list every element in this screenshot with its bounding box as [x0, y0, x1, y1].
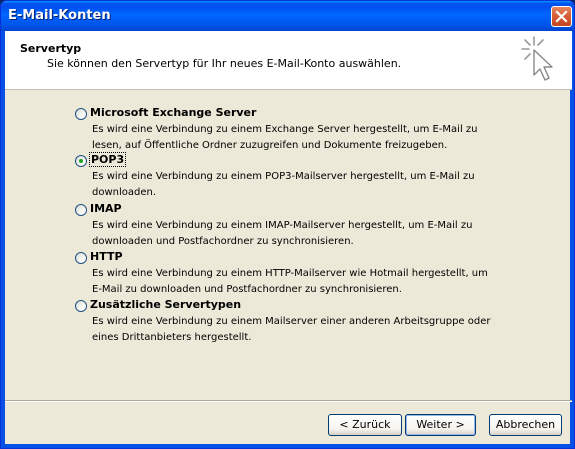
option-label-http[interactable]: HTTP	[90, 250, 123, 263]
button-separator	[5, 400, 572, 402]
close-icon	[555, 10, 568, 23]
back-button[interactable]: < Zurück	[328, 414, 402, 436]
window-title: E-Mail-Konten	[8, 8, 111, 23]
title-bar[interactable]: E-Mail-Konten	[1, 1, 574, 31]
radio-imap[interactable]	[75, 204, 87, 216]
close-button[interactable]	[551, 6, 572, 27]
option-label-exchange[interactable]: Microsoft Exchange Server	[90, 106, 256, 119]
option-label-additional[interactable]: Zusätzliche Servertypen	[90, 298, 241, 311]
option-desc-exchange: Es wird eine Verbindung zu einem Exchang…	[92, 124, 478, 151]
radio-http[interactable]	[75, 252, 87, 264]
page-title: Servertyp	[20, 42, 82, 55]
window-border-bottom	[1, 444, 574, 448]
page-subtitle: Sie können den Servertyp für Ihr neues E…	[47, 57, 402, 70]
cancel-button[interactable]: Abbrechen	[489, 414, 562, 436]
option-label-pop3[interactable]: POP3	[88, 152, 127, 167]
next-button[interactable]: Weiter >	[405, 414, 476, 436]
wizard-body: Microsoft Exchange Server Es wird eine V…	[5, 90, 572, 400]
option-desc-pop3: Es wird eine Verbindung zu einem POP3-Ma…	[92, 171, 475, 198]
radio-exchange[interactable]	[75, 108, 87, 120]
radio-pop3[interactable]	[75, 155, 87, 167]
wizard-sparkle-cursor-icon	[521, 36, 553, 81]
option-desc-additional: Es wird eine Verbindung zu einem Mailser…	[92, 316, 491, 343]
wizard-header: Servertyp Sie können den Servertyp für I…	[5, 31, 572, 90]
option-desc-imap: Es wird eine Verbindung zu einem IMAP-Ma…	[92, 220, 473, 247]
dialog-window: E-Mail-Konten Servertyp Sie können den S…	[0, 0, 575, 449]
option-desc-http: Es wird eine Verbindung zu einem HTTP-Ma…	[92, 268, 488, 295]
option-label-imap[interactable]: IMAP	[90, 202, 122, 215]
radio-additional[interactable]	[75, 300, 87, 312]
